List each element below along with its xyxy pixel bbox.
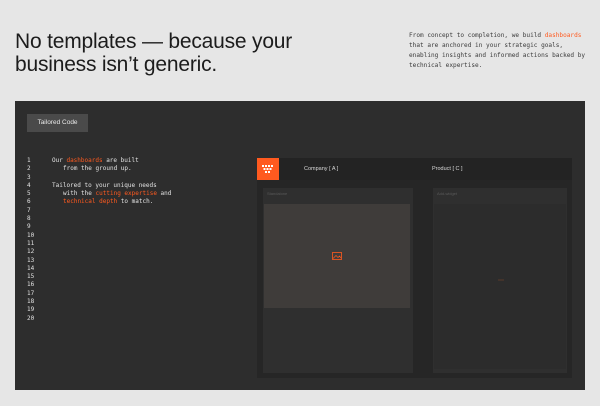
intro-highlight: dashboards [544, 32, 582, 39]
tab-product-c[interactable]: Product [ C ] [432, 158, 463, 180]
card-content-area [264, 204, 410, 308]
add-widget-card: Add-widget [433, 188, 567, 373]
line-number: 2 [27, 165, 31, 173]
line-number: 19 [27, 306, 35, 314]
code-line: with the cutting expertise and [52, 190, 242, 198]
page-headline: No templates — because your business isn… [15, 30, 293, 76]
line-number: 17 [27, 289, 35, 297]
line-number: 20 [27, 314, 35, 322]
card-content-area [434, 204, 566, 369]
code-text-fragment: are built [102, 157, 139, 164]
line-number: 1 [27, 157, 31, 164]
line-number: 16 [27, 281, 35, 289]
line-number: 12 [27, 248, 35, 256]
dashboard-preview-header: Company [ A ] Product [ C ] [257, 158, 572, 180]
standalone-card: Standalone [263, 188, 413, 373]
line-number: 3 [27, 173, 31, 181]
dashboard-preview: Company [ A ] Product [ C ] Standalone A… [257, 158, 572, 378]
line-number: 8 [27, 215, 31, 223]
intro-paragraph: From concept to completion, we build das… [409, 31, 589, 71]
line-number: 13 [27, 256, 35, 264]
code-text-fragment: with the [63, 190, 96, 198]
line-number: 7 [27, 206, 31, 214]
line-number: 10 [27, 231, 35, 239]
code-text-fragment: Our [52, 157, 67, 164]
code-line: Tailored to your unique needs [52, 181, 157, 189]
brand-logo-icon [262, 165, 273, 173]
image-placeholder-icon [332, 252, 342, 260]
code-highlight: dashboards [66, 157, 103, 164]
tab-company-a[interactable]: Company [ A ] [304, 158, 338, 180]
line-number: 18 [27, 298, 35, 306]
code-text-fragment: to match. [117, 198, 154, 206]
code-showcase-panel: Tailored Code 1 2 3 4 5 6 7 8 9 10 11 12 13 14 15 16 17 1… [15, 101, 585, 390]
loading-indicator-icon [498, 279, 504, 281]
line-number: 14 [27, 264, 35, 272]
line-number: 5 [27, 190, 31, 198]
code-line: Our dashboards are built [52, 157, 242, 165]
intro-text-start: From concept to completion, we build [409, 32, 545, 39]
code-line: from the ground up. [63, 165, 132, 173]
line-number: 9 [27, 223, 31, 231]
brand-logo [257, 158, 279, 180]
card-label: Standalone [267, 191, 288, 196]
intro-text-end: that are anchored in your strategic goal… [409, 42, 586, 69]
card-label: Add-widget [437, 191, 458, 196]
code-text-fragment: and [156, 190, 172, 198]
code-highlight: technical depth [63, 198, 118, 206]
code-line: technical depth to match. [52, 198, 242, 206]
line-number: 4 [27, 181, 31, 189]
line-number-gutter: 1 2 3 4 5 6 7 8 9 10 11 12 13 14 15 16 17 18 19 20 [27, 157, 41, 323]
code-highlight: cutting expertise [95, 190, 157, 198]
line-number: 15 [27, 273, 35, 281]
tailored-code-tab[interactable]: Tailored Code [27, 114, 88, 132]
code-text: Our dashboards are built from the ground… [52, 157, 242, 207]
line-number: 11 [27, 239, 35, 247]
line-number: 6 [27, 198, 31, 206]
